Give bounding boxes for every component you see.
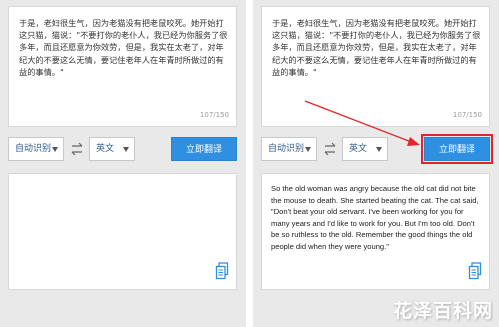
result-text: So the old woman was angry because the o…	[271, 184, 479, 251]
swap-languages-icon[interactable]	[323, 141, 337, 157]
caret-down-icon	[376, 147, 382, 152]
target-language-label: 英文	[349, 144, 368, 154]
source-text[interactable]: 于是，老妇很生气，因为老猫没有把老鼠咬死。她开始打这只猫，猫说："不要打你的老仆…	[19, 17, 228, 78]
source-text-area[interactable]: 于是，老妇很生气，因为老猫没有把老鼠咬死。她开始打这只猫，猫说："不要打你的老仆…	[8, 6, 237, 127]
source-language-label: 自动识别	[15, 144, 52, 154]
source-language-label: 自动识别	[268, 144, 305, 154]
char-counter: 107/150	[199, 111, 229, 119]
left-screenshot: 于是，老妇很生气，因为老猫没有把老鼠咬死。她开始打这只猫，猫说："不要打你的老仆…	[0, 0, 246, 327]
source-language-select[interactable]: 自动识别	[261, 137, 317, 161]
swap-languages-icon[interactable]	[70, 141, 84, 157]
source-text[interactable]: 于是，老妇很生气，因为老猫没有把老鼠咬死。她开始打这只猫，猫说："不要打你的老仆…	[272, 17, 481, 78]
target-language-select[interactable]: 英文	[89, 137, 135, 161]
caret-down-icon	[123, 147, 129, 152]
copy-icon[interactable]	[468, 262, 482, 280]
copy-icon[interactable]	[215, 262, 229, 280]
language-row: 自动识别 英文 立即翻译	[261, 134, 493, 164]
translate-button[interactable]: 立即翻译	[171, 137, 237, 161]
panel-divider	[246, 0, 253, 327]
language-row: 自动识别 英文 立即翻译	[8, 137, 238, 163]
watermark: 花泽百科网	[392, 300, 493, 322]
caret-down-icon	[52, 147, 58, 152]
char-counter: 107/150	[452, 111, 482, 119]
result-text-area	[8, 173, 237, 290]
translate-button[interactable]: 立即翻译	[421, 134, 493, 164]
right-screenshot: 于是，老妇很生气，因为老猫没有把老鼠咬死。她开始打这只猫，猫说："不要打你的老仆…	[253, 0, 499, 327]
caret-down-icon	[305, 147, 311, 152]
source-language-select[interactable]: 自动识别	[8, 137, 64, 161]
result-text-area: So the old woman was angry because the o…	[261, 173, 490, 290]
source-text-area[interactable]: 于是，老妇很生气，因为老猫没有把老鼠咬死。她开始打这只猫，猫说："不要打你的老仆…	[261, 6, 490, 127]
target-language-select[interactable]: 英文	[342, 137, 388, 161]
target-language-label: 英文	[96, 144, 115, 154]
